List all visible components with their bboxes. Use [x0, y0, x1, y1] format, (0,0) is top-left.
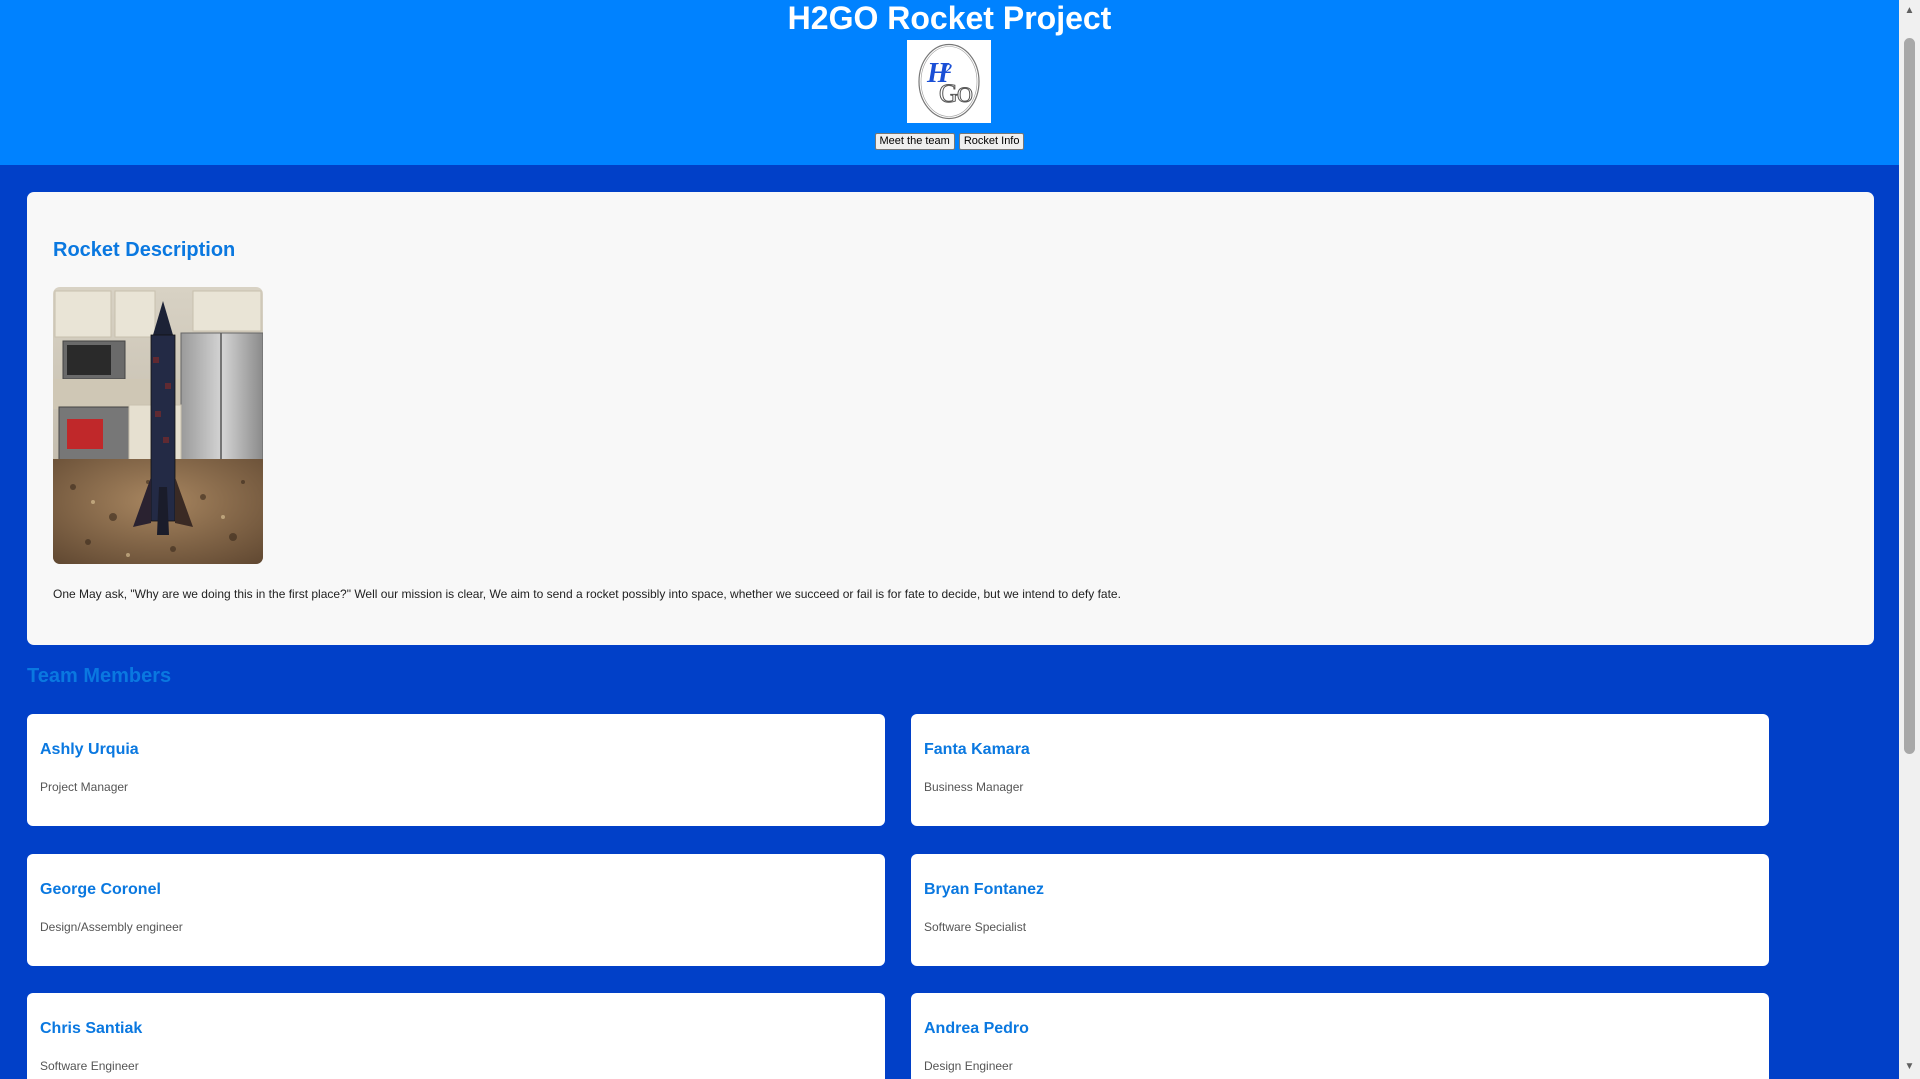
svg-text:2: 2	[944, 62, 952, 77]
team-member-card: Ashly Urquia Project Manager	[27, 714, 885, 826]
rocket-description-panel: Rocket Description One May ask, "Why are…	[27, 192, 1874, 645]
rocket-info-button[interactable]: Rocket Info	[958, 133, 1025, 150]
member-role: Project Manager	[40, 780, 129, 794]
member-role: Software Engineer	[40, 1059, 139, 1073]
team-members-title: Team Members	[27, 665, 172, 687]
svg-text:O: O	[957, 82, 973, 107]
description-text: One May ask, "Why are we doing this in t…	[53, 587, 1121, 601]
site-header: H2GO Rocket Project H 2 G O Meet the tea…	[0, 0, 1899, 165]
rocket-photo	[53, 287, 263, 564]
team-member-card: Andrea Pedro Design Engineer	[911, 993, 1769, 1079]
member-name: Ashly Urquia	[40, 741, 139, 758]
page: H2GO Rocket Project H 2 G O Meet the tea…	[0, 0, 1899, 1079]
member-name: Fanta Kamara	[924, 741, 1030, 758]
member-role: Design/Assembly engineer	[40, 920, 183, 934]
h2go-logo: H 2 G O	[907, 40, 991, 123]
main-nav: Meet the team Rocket Info	[0, 133, 1899, 150]
member-role: Business Manager	[924, 780, 1024, 794]
member-name: George Coronel	[40, 881, 161, 898]
team-member-card: Chris Santiak Software Engineer	[27, 993, 885, 1079]
team-member-card: George Coronel Design/Assembly engineer	[27, 854, 885, 966]
member-name: Chris Santiak	[40, 1020, 143, 1037]
member-name: Andrea Pedro	[924, 1020, 1029, 1037]
team-member-card: Fanta Kamara Business Manager	[911, 714, 1769, 826]
scrollbar-thumb[interactable]	[1904, 38, 1915, 754]
vertical-scrollbar[interactable]: ▲ ▼	[1899, 0, 1920, 1079]
team-member-card: Bryan Fontanez Software Specialist	[911, 854, 1769, 966]
member-role: Software Specialist	[924, 920, 1027, 934]
site-title: H2GO Rocket Project	[787, 0, 1112, 36]
member-name: Bryan Fontanez	[924, 881, 1045, 898]
svg-text:G: G	[939, 79, 958, 108]
scroll-up-arrow-icon[interactable]: ▲	[1899, 2, 1920, 19]
member-role: Design Engineer	[924, 1059, 1013, 1073]
scroll-down-arrow-icon[interactable]: ▼	[1899, 1058, 1920, 1075]
meet-the-team-button[interactable]: Meet the team	[874, 133, 955, 150]
section-title: Rocket Description	[53, 239, 236, 261]
